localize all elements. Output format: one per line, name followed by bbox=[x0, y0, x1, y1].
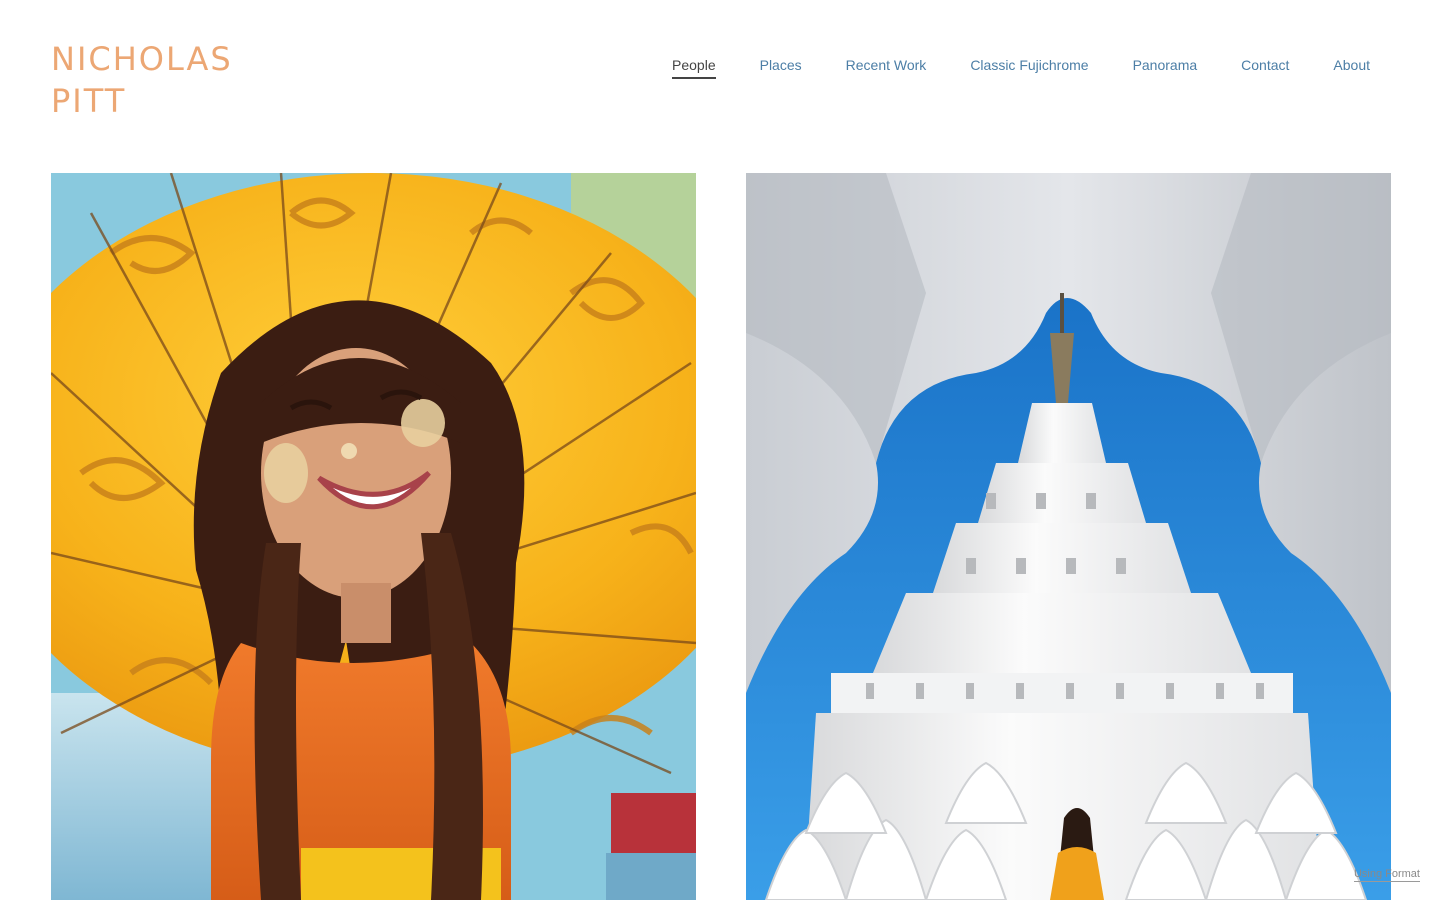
nav-item-panorama[interactable]: Panorama bbox=[1133, 56, 1198, 79]
nav-item-recent-work[interactable]: Recent Work bbox=[846, 56, 927, 79]
gallery-photo-pagoda-arch[interactable] bbox=[746, 173, 1391, 900]
nav-item-about[interactable]: About bbox=[1333, 56, 1370, 79]
site-logo-line-1: NICHOLAS bbox=[51, 40, 233, 78]
nav-item-people[interactable]: People bbox=[672, 56, 716, 79]
site-logo[interactable]: NICHOLAS PITT bbox=[51, 38, 233, 122]
gallery-photo-girl-umbrella[interactable] bbox=[51, 173, 696, 900]
nav-item-contact[interactable]: Contact bbox=[1241, 56, 1289, 79]
nav-item-classic-fujichrome[interactable]: Classic Fujichrome bbox=[970, 56, 1088, 79]
photo-gallery bbox=[51, 173, 1391, 900]
page: NICHOLAS PITT People Places Recent Work … bbox=[0, 0, 1440, 900]
nav-item-places[interactable]: Places bbox=[760, 56, 802, 79]
photo-image bbox=[51, 173, 696, 900]
site-logo-line-2: PITT bbox=[51, 82, 127, 120]
using-format-link[interactable]: Using Format bbox=[1353, 868, 1420, 882]
photo-image bbox=[746, 173, 1391, 900]
main-nav: People Places Recent Work Classic Fujich… bbox=[672, 56, 1370, 79]
